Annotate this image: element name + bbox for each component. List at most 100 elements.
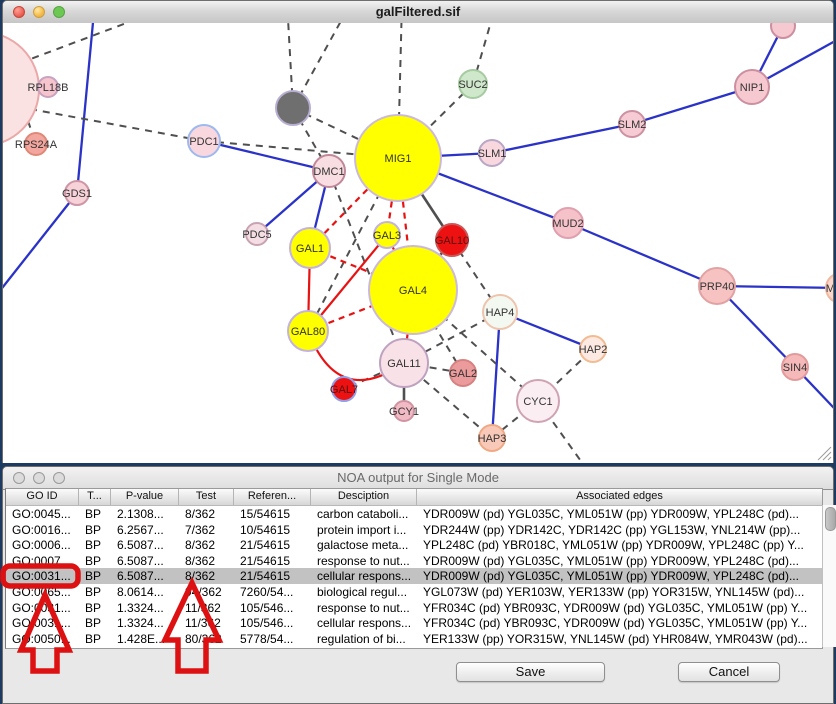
zoom-button[interactable] bbox=[53, 6, 65, 18]
resize-grip[interactable] bbox=[815, 444, 832, 461]
node-label: SLM2 bbox=[618, 119, 647, 131]
cell-reference: 15/54615 bbox=[234, 506, 311, 522]
table-row[interactable]: GO:0045...BP2.1308...8/36215/54615carbon… bbox=[6, 506, 822, 522]
table-row[interactable]: GO:0016...BP6.2567...7/36210/54615protei… bbox=[6, 522, 822, 538]
cell-test: 7/362 bbox=[179, 522, 234, 538]
node-label: SLM1 bbox=[478, 148, 507, 160]
node-label: MIG1 bbox=[385, 153, 412, 165]
column-header-t[interactable]: T... bbox=[79, 489, 111, 505]
cell-description: protein import i... bbox=[311, 522, 417, 538]
node-label: HAP4 bbox=[486, 307, 515, 319]
node-label: RPL18B bbox=[28, 82, 69, 94]
node-label: PDC1 bbox=[189, 136, 218, 148]
cell-go-id: GO:0031... bbox=[6, 568, 79, 584]
results-table: GO IDT...P-valueTestReferen...Desciption… bbox=[5, 488, 823, 649]
table-header: GO IDT...P-valueTestReferen...Desciption… bbox=[6, 489, 822, 506]
cell-associated-edges: YER133W (pp) YOR315W, YNL145W (pd) YHR08… bbox=[417, 631, 822, 647]
cell-description: response to nut... bbox=[311, 553, 417, 569]
top-right-node[interactable] bbox=[771, 23, 795, 38]
cell-reference: 10/54615 bbox=[234, 522, 311, 538]
cell-test: 8/362 bbox=[179, 537, 234, 553]
cell-type: BP bbox=[79, 631, 111, 647]
node-label: MSN5 bbox=[826, 283, 833, 295]
cell-p-value: 6.5087... bbox=[111, 553, 179, 569]
node-label: GAL1 bbox=[296, 243, 324, 255]
cell-p-value: 6.5087... bbox=[111, 537, 179, 553]
network-edge bbox=[3, 193, 77, 297]
gray-node[interactable] bbox=[276, 91, 310, 125]
node-label: SUC2 bbox=[458, 79, 487, 91]
node-label: DMC1 bbox=[313, 166, 344, 178]
cell-associated-edges: YDR009W (pd) YGL035C, YML051W (pp) YDR00… bbox=[417, 568, 822, 584]
cell-associated-edges: YDR009W (pd) YGL035C, YML051W (pp) YDR00… bbox=[417, 553, 822, 569]
cell-p-value: 1.3324... bbox=[111, 600, 179, 616]
cell-go-id: GO:0006... bbox=[6, 537, 79, 553]
cell-p-value: 2.1308... bbox=[111, 506, 179, 522]
table-row[interactable]: GO:0006...BP6.5087...8/36221/54615galact… bbox=[6, 537, 822, 553]
cell-description: galactose meta... bbox=[311, 537, 417, 553]
table-row[interactable]: GO:0050...BP1.428E...80/3625778/54...reg… bbox=[6, 631, 822, 647]
network-window-title: galFiltered.sif bbox=[376, 4, 461, 19]
node-label: CYC1 bbox=[523, 396, 552, 408]
cell-associated-edges: YDR009W (pd) YGL035C, YML051W (pp) YDR00… bbox=[417, 506, 822, 522]
minimize-button[interactable] bbox=[33, 6, 45, 18]
noa-window-titlebar[interactable]: NOA output for Single Mode bbox=[3, 467, 833, 490]
network-edge bbox=[204, 141, 329, 171]
node-label: GAL3 bbox=[373, 230, 401, 242]
node-label: GAL2 bbox=[449, 368, 477, 380]
cell-reference: 21/54615 bbox=[234, 553, 311, 569]
cell-associated-edges: YPL248C (pd) YBR018C, YML051W (pp) YDR00… bbox=[417, 537, 822, 553]
cell-type: BP bbox=[79, 568, 111, 584]
cancel-button[interactable]: Cancel bbox=[678, 662, 780, 682]
cell-test: 8/362 bbox=[179, 568, 234, 584]
column-header-referen[interactable]: Referen... bbox=[234, 489, 311, 505]
cell-type: BP bbox=[79, 600, 111, 616]
network-window-titlebar[interactable]: galFiltered.sif bbox=[3, 1, 833, 24]
cell-reference: 105/546... bbox=[234, 600, 311, 616]
cell-go-id: GO:0050... bbox=[6, 631, 79, 647]
node-label: NIP1 bbox=[740, 82, 764, 94]
table-row[interactable]: GO:0065...BP8.0614...94/3627260/54...bio… bbox=[6, 584, 822, 600]
node-label: GAL80 bbox=[291, 326, 325, 338]
node-label: GAL7 bbox=[330, 384, 358, 396]
traffic-lights bbox=[13, 6, 65, 18]
table-row[interactable]: GO:0007...BP6.5087...8/36221/54615respon… bbox=[6, 553, 822, 569]
cell-test: 8/362 bbox=[179, 553, 234, 569]
cell-description: cellular respons... bbox=[311, 568, 417, 584]
cell-description: carbon cataboli... bbox=[311, 506, 417, 522]
node-label: HAP3 bbox=[478, 433, 507, 445]
node-label: GAL10 bbox=[435, 235, 469, 247]
column-header-desciption[interactable]: Desciption bbox=[311, 489, 417, 505]
cell-type: BP bbox=[79, 584, 111, 600]
cell-p-value: 6.2567... bbox=[111, 522, 179, 538]
table-body: GO:0045...BP2.1308...8/36215/54615carbon… bbox=[6, 506, 822, 646]
minimize-button[interactable] bbox=[33, 472, 45, 484]
node-label: SIN4 bbox=[783, 362, 807, 374]
column-header-go-id[interactable]: GO ID bbox=[6, 489, 79, 505]
column-header-test[interactable]: Test bbox=[179, 489, 234, 505]
network-edge bbox=[568, 223, 717, 286]
cell-associated-edges: YDR244W (pp) YDR142C, YDR142C (pp) YGL15… bbox=[417, 522, 822, 538]
noa-window-title: NOA output for Single Mode bbox=[337, 470, 499, 485]
column-header-p-value[interactable]: P-value bbox=[111, 489, 179, 505]
cell-reference: 21/54615 bbox=[234, 537, 311, 553]
column-header-associated-edges[interactable]: Associated edges bbox=[417, 489, 822, 505]
cell-associated-edges: YFR034C (pd) YBR093C, YDR009W (pd) YGL03… bbox=[417, 615, 822, 631]
table-row[interactable]: GO:0031...BP1.3324...11/362105/546...res… bbox=[6, 600, 822, 616]
table-row[interactable]: GO:0031...BP6.5087...8/36221/54615cellul… bbox=[6, 568, 822, 584]
scrollbar-thumb[interactable] bbox=[825, 507, 836, 531]
cell-test: 94/362 bbox=[179, 584, 234, 600]
cell-go-id: GO:0065... bbox=[6, 584, 79, 600]
network-canvas[interactable]: RPL18BRPS24AGDS1PDC1DMC1MIG1SUC2SLM1SLM2… bbox=[3, 23, 833, 463]
close-button[interactable] bbox=[13, 6, 25, 18]
table-row[interactable]: GO:0031...BP1.3324...11/362105/546...cel… bbox=[6, 615, 822, 631]
cell-associated-edges: YFR034C (pd) YBR093C, YDR009W (pd) YGL03… bbox=[417, 600, 822, 616]
zoom-button[interactable] bbox=[53, 472, 65, 484]
vertical-scrollbar[interactable] bbox=[822, 505, 836, 647]
save-button[interactable]: Save bbox=[456, 662, 605, 682]
cell-go-id: GO:0031... bbox=[6, 615, 79, 631]
close-button[interactable] bbox=[13, 472, 25, 484]
cell-reference: 105/546... bbox=[234, 615, 311, 631]
node-label: GAL11 bbox=[387, 358, 420, 370]
network-edge bbox=[77, 23, 95, 193]
